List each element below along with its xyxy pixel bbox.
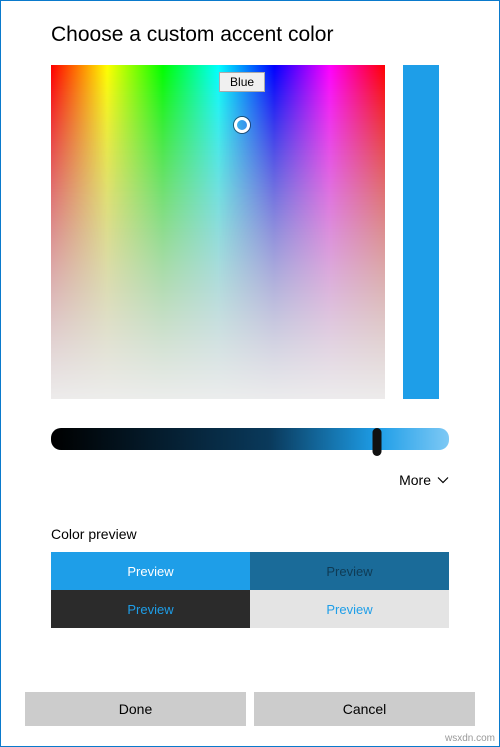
preview-label: Color preview [1, 490, 499, 552]
preview-cell: Preview [250, 590, 449, 628]
saturation-value-area[interactable]: Blue [51, 65, 385, 399]
preview-cell: Preview [51, 552, 250, 590]
value-bar[interactable] [403, 65, 439, 399]
hue-slider[interactable] [51, 428, 449, 456]
hue-thumb[interactable] [373, 428, 382, 456]
preview-cell: Preview [250, 552, 449, 590]
watermark: wsxdn.com [445, 733, 495, 744]
dialog-title: Choose a custom accent color [1, 1, 499, 65]
more-button[interactable]: More [399, 472, 449, 488]
cancel-button[interactable]: Cancel [254, 692, 475, 726]
color-picker-dialog: Choose a custom accent color Blue More C… [0, 0, 500, 747]
preview-grid: PreviewPreviewPreviewPreview [51, 552, 449, 628]
done-button[interactable]: Done [25, 692, 246, 726]
chevron-down-icon [437, 474, 449, 486]
more-label: More [399, 472, 431, 488]
preview-cell: Preview [51, 590, 250, 628]
